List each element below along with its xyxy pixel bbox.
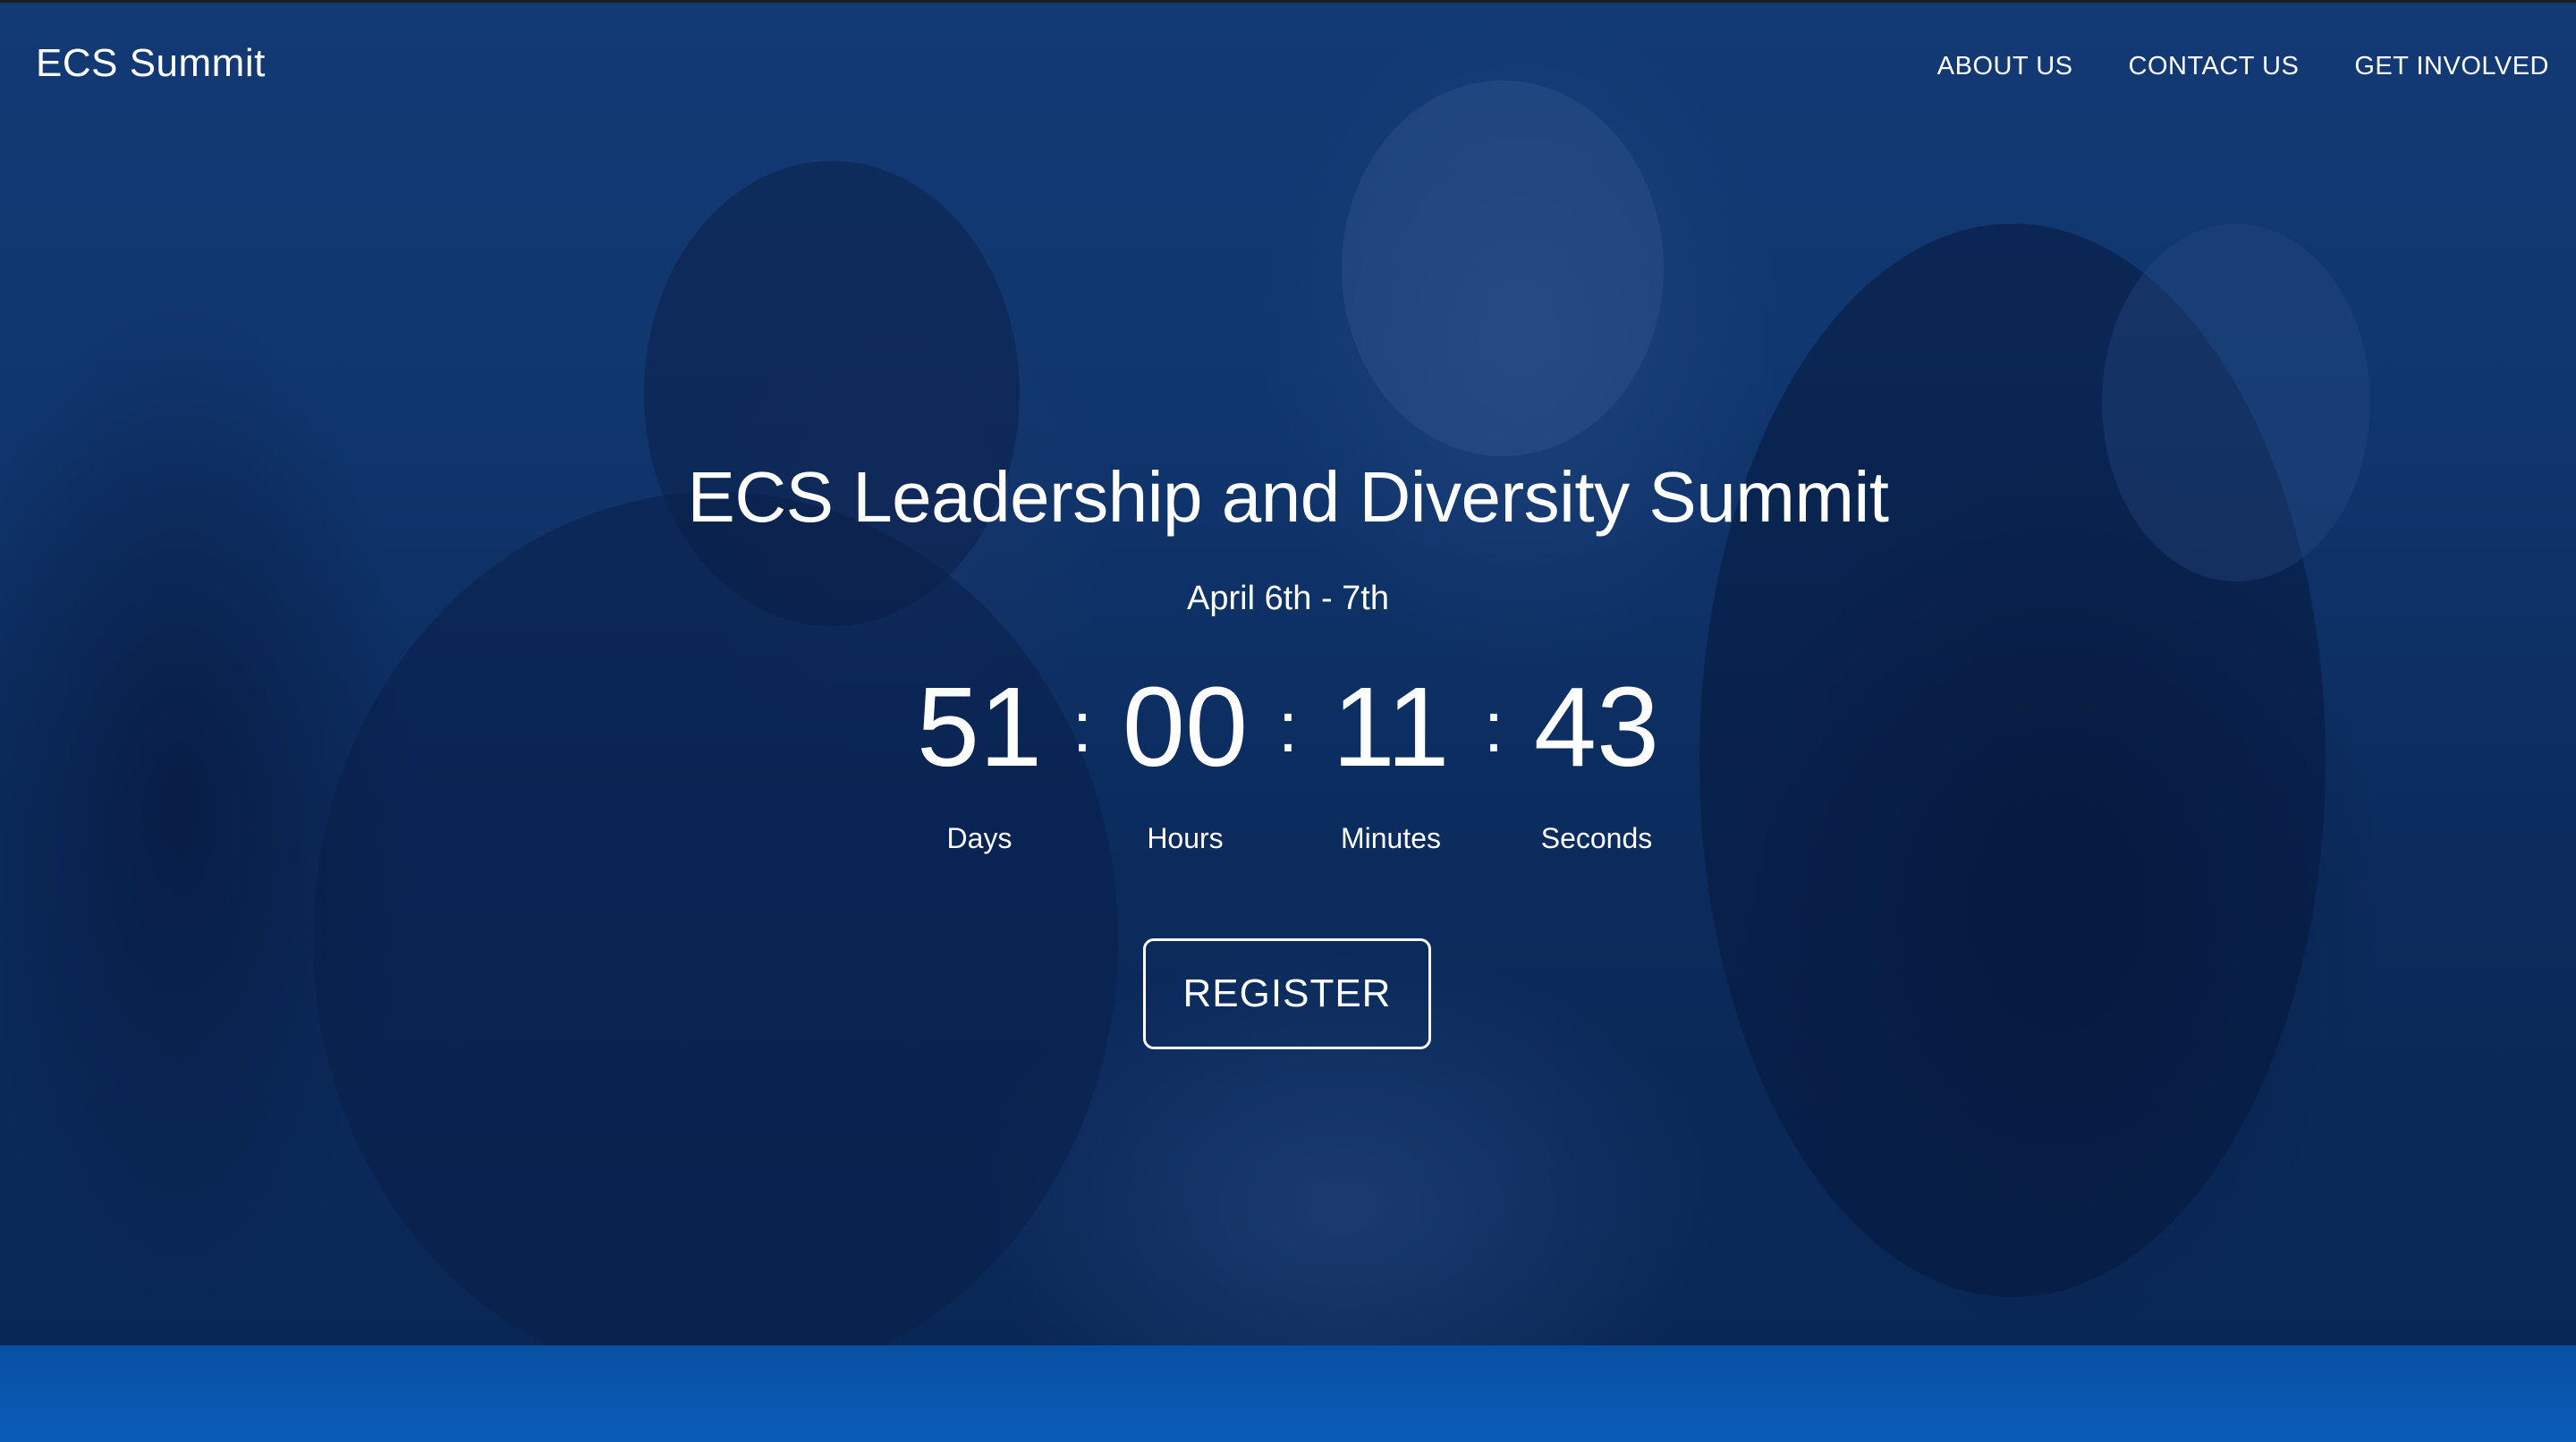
countdown-minutes: 11 Minutes <box>1306 666 1476 855</box>
countdown-separator: : <box>1483 687 1504 767</box>
navbar: ECS Summit ABOUT US CONTACT US GET INVOL… <box>0 0 2576 134</box>
countdown-days-label: Days <box>946 822 1013 854</box>
event-date: April 6th - 7th <box>1187 580 1389 617</box>
page-title: ECS Leadership and Diversity Summit <box>687 457 1889 537</box>
countdown-separator: : <box>1277 687 1299 767</box>
nav-links: ABOUT US CONTACT US GET INVOLVED <box>1937 52 2549 81</box>
countdown-days-value: 51 <box>916 664 1043 790</box>
countdown-days: 51 Days <box>894 666 1064 855</box>
countdown-minutes-value: 11 <box>1332 664 1450 790</box>
nav-get-involved[interactable]: GET INVOLVED <box>2354 52 2549 81</box>
countdown-hours: 00 Hours <box>1100 666 1270 855</box>
countdown-seconds-label: Seconds <box>1540 822 1653 854</box>
next-section-band <box>0 1345 2576 1442</box>
countdown-minutes-label: Minutes <box>1340 822 1442 854</box>
register-button[interactable]: REGISTER <box>1143 938 1431 1049</box>
countdown-separator: : <box>1072 687 1093 767</box>
countdown-timer: 51 Days : 00 Hours : 11 Minutes : 43 Sec… <box>0 666 2576 855</box>
countdown-hours-value: 00 <box>1122 664 1249 790</box>
nav-about-us[interactable]: ABOUT US <box>1937 52 2073 81</box>
brand-logo-link[interactable]: ECS Summit <box>36 41 266 86</box>
countdown-seconds: 43 Seconds <box>1512 666 1682 855</box>
countdown-seconds-value: 43 <box>1533 664 1660 790</box>
nav-contact-us[interactable]: CONTACT US <box>2129 52 2300 81</box>
countdown-hours-label: Hours <box>1147 822 1224 854</box>
page: ECS Summit ABOUT US CONTACT US GET INVOL… <box>0 0 2576 1442</box>
hero-section: ECS Summit ABOUT US CONTACT US GET INVOL… <box>0 0 2576 1345</box>
